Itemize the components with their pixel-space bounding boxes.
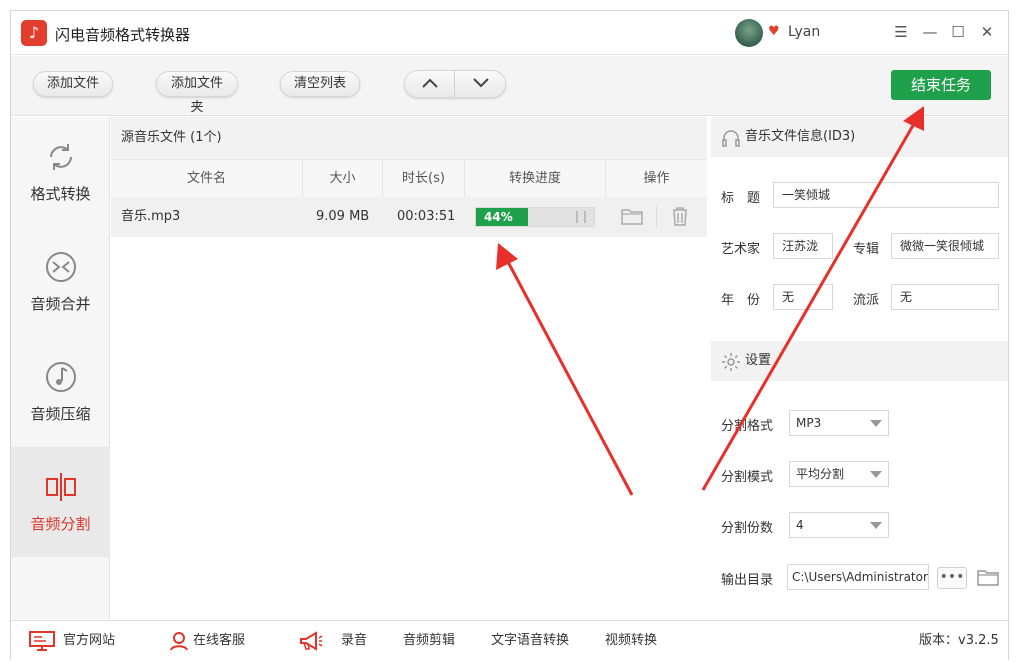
- sidebar-item-label: 音频合并: [30, 295, 91, 313]
- refresh-icon: [49, 144, 72, 170]
- file-size: 9.09 MB: [316, 209, 370, 224]
- table-row[interactable]: 音乐.mp3 9.09 MB 00:03:51 44%: [111, 197, 707, 237]
- sidebar-item-label: 格式转换: [30, 185, 91, 203]
- browse-button[interactable]: •••: [937, 567, 967, 589]
- title-label: 标 题: [721, 191, 761, 206]
- sidebar-item-audio-split[interactable]: 音频分割: [11, 447, 110, 557]
- id3-title: 音乐文件信息(ID3): [745, 129, 856, 144]
- sidebar-item-label: 音频分割: [30, 515, 91, 533]
- column-header-size: 大小: [303, 160, 383, 198]
- sidebar: 格式转换 音频合并 音频压缩 音频分割: [11, 117, 110, 619]
- file-name: 音乐.mp3: [121, 209, 181, 224]
- right-panel: 音乐文件信息(ID3) 标 题 一笑倾城 艺术家 汪苏泷 专辑 微微一笑很倾城 …: [711, 117, 1008, 619]
- output-dir-label: 输出目录: [721, 573, 774, 588]
- close-icon[interactable]: ✕: [977, 22, 997, 42]
- app-title: 闪电音频格式转换器: [55, 26, 191, 44]
- add-file-button[interactable]: 添加文件: [33, 71, 113, 97]
- column-header-progress: 转换进度: [465, 160, 606, 198]
- vip-heart-icon: ♥: [768, 24, 780, 39]
- official-site-label: 官方网站: [63, 633, 116, 648]
- menu-icon[interactable]: ☰: [891, 22, 911, 42]
- genre-label: 流派: [853, 293, 880, 308]
- split-count-label: 分割份数: [721, 521, 774, 536]
- official-site-link[interactable]: 官方网站: [29, 621, 115, 661]
- source-file-header: 源音乐文件 (1个): [111, 117, 707, 159]
- add-folder-button[interactable]: 添加文件夹: [156, 71, 238, 115]
- progress-bar: 44%: [475, 207, 595, 227]
- action-divider: [656, 206, 657, 228]
- chevron-down-icon: [870, 420, 882, 427]
- folder-icon[interactable]: [621, 207, 643, 225]
- online-support-link[interactable]: 在线客服: [169, 621, 245, 661]
- chevron-down-icon: [870, 522, 882, 529]
- chevron-up-icon: [421, 78, 438, 88]
- trash-icon[interactable]: [671, 206, 689, 226]
- clear-list-button[interactable]: 清空列表: [280, 71, 360, 97]
- toolbar: 添加文件 添加文件夹 清空列表 结束任务: [11, 56, 1008, 116]
- maximize-icon[interactable]: ☐: [948, 22, 968, 42]
- version-label: 版本：v3.2.5: [919, 633, 999, 648]
- record-link[interactable]: 录音: [299, 621, 367, 661]
- split-count-value: 4: [796, 518, 804, 532]
- settings-section-header: 设置: [711, 341, 1008, 381]
- merge-icon: [45, 252, 76, 282]
- split-mode-label: 分割模式: [721, 470, 774, 485]
- audio-edit-link[interactable]: 音频剪辑: [403, 621, 455, 661]
- genre-field[interactable]: 无: [891, 284, 999, 310]
- sidebar-item-audio-merge[interactable]: 音频合并: [11, 227, 110, 337]
- record-label: 录音: [341, 633, 368, 648]
- sidebar-item-format-convert[interactable]: 格式转换: [11, 117, 110, 227]
- file-duration: 00:03:51: [397, 209, 456, 224]
- output-dir-field[interactable]: C:\Users\Administrator: [787, 564, 929, 590]
- online-support-label: 在线客服: [193, 633, 246, 648]
- album-label: 专辑: [853, 242, 880, 257]
- year-label: 年 份: [721, 293, 761, 308]
- year-field[interactable]: 无: [773, 284, 833, 310]
- split-icon: [45, 473, 76, 501]
- app-window: ♪ 闪电音频格式转换器 ♥ Lyan ☰ — ☐ ✕ 添加文件 添加文件夹 清空…: [10, 10, 1009, 660]
- settings-title: 设置: [745, 353, 772, 368]
- headphones-icon: [722, 130, 740, 147]
- id3-section-header: 音乐文件信息(ID3): [711, 117, 1008, 157]
- split-format-label: 分割格式: [721, 419, 774, 434]
- split-mode-select[interactable]: 平均分割: [789, 461, 889, 487]
- title-field[interactable]: 一笑倾城: [773, 182, 999, 208]
- artist-label: 艺术家: [721, 242, 761, 257]
- split-count-select[interactable]: 4: [789, 512, 889, 538]
- split-format-value: MP3: [796, 416, 822, 430]
- artist-field[interactable]: 汪苏泷: [773, 233, 833, 259]
- column-header-duration: 时长(s): [383, 160, 465, 198]
- user-icon: [170, 632, 188, 651]
- sidebar-item-label: 音频压缩: [30, 405, 91, 423]
- move-buttons: [404, 70, 506, 98]
- monitor-icon: [29, 631, 55, 651]
- end-task-button[interactable]: 结束任务: [891, 70, 991, 100]
- sidebar-item-audio-compress[interactable]: 音频压缩: [11, 337, 110, 447]
- minimize-icon[interactable]: —: [920, 22, 940, 42]
- chevron-down-icon: [870, 471, 882, 478]
- column-header-name: 文件名: [111, 160, 303, 198]
- gear-icon: [722, 353, 740, 371]
- table-header: 文件名 大小 时长(s) 转换进度 操作: [111, 159, 707, 198]
- progress-text: 44%: [484, 210, 513, 224]
- move-up-button[interactable]: [405, 71, 455, 97]
- compress-icon: [45, 362, 76, 392]
- video-convert-link[interactable]: 视频转换: [605, 621, 657, 661]
- footer-bar: 官方网站 在线客服 录音 音频剪辑 文字语音转换 视频转换 版本：v3.2.5: [11, 620, 1008, 660]
- user-name[interactable]: Lyan: [788, 24, 820, 40]
- avatar[interactable]: [735, 19, 763, 47]
- music-note-icon: ♪: [21, 20, 47, 46]
- open-folder-icon[interactable]: [977, 568, 999, 586]
- album-field[interactable]: 微微一笑很倾城: [891, 233, 999, 259]
- chevron-down-icon: [473, 78, 489, 88]
- split-format-select[interactable]: MP3: [789, 410, 889, 436]
- move-down-button[interactable]: [456, 71, 506, 97]
- file-list-panel: 源音乐文件 (1个) 文件名 大小 时长(s) 转换进度 操作 音乐.mp3 9…: [111, 117, 707, 619]
- title-bar: ♪ 闪电音频格式转换器 ♥ Lyan ☰ — ☐ ✕: [11, 11, 1008, 55]
- pause-icon[interactable]: [576, 211, 586, 223]
- split-mode-value: 平均分割: [796, 467, 845, 481]
- column-header-actions: 操作: [643, 171, 670, 186]
- tts-link[interactable]: 文字语音转换: [491, 621, 569, 661]
- megaphone-icon: [300, 631, 323, 651]
